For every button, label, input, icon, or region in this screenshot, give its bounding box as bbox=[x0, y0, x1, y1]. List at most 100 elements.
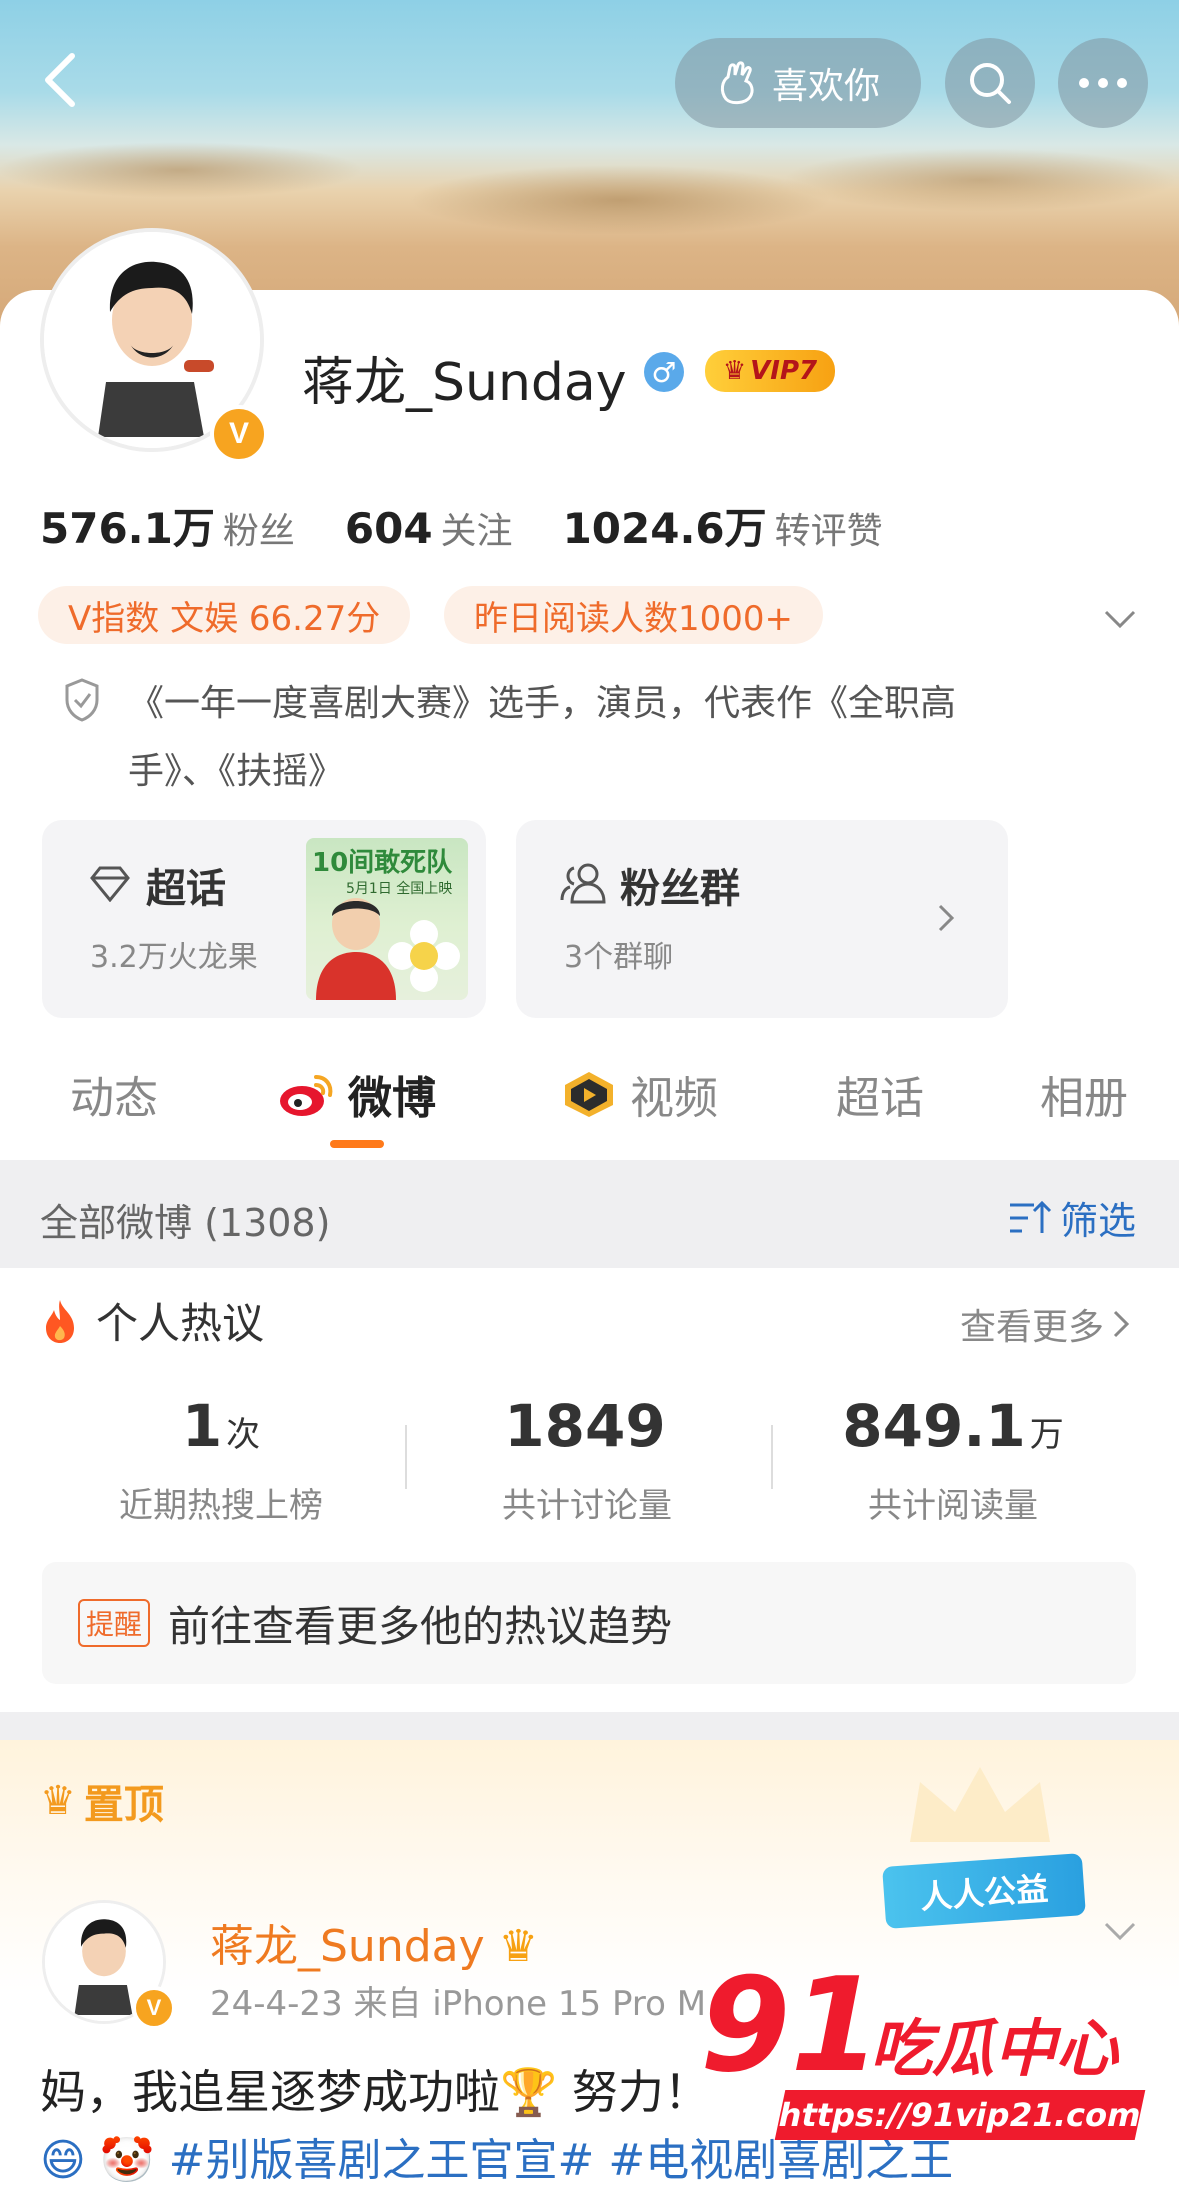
reminder-tag: 提醒 bbox=[78, 1599, 151, 1647]
filter-label: 筛选 bbox=[1060, 1199, 1137, 1243]
stat-followers-value: 576.1万 bbox=[40, 504, 215, 553]
fan-group-count: 3个群聊 bbox=[564, 940, 674, 975]
vip-label: VIP7 bbox=[750, 356, 818, 386]
fan-group-tile[interactable]: 粉丝群 3个群聊 bbox=[516, 820, 1008, 1018]
watermark-number: 91 bbox=[700, 1949, 881, 2101]
tab-super-topic-label: 超话 bbox=[836, 1073, 924, 1124]
hot-stat-trending-value: 1 bbox=[181, 1392, 223, 1460]
daily-reads-tag[interactable]: 昨日阅读人数1000+ bbox=[444, 586, 824, 644]
hot-stat-discussions-label: 共计讨论量 bbox=[502, 1486, 672, 1526]
search-icon bbox=[970, 63, 1011, 104]
stat-following-label: 关注 bbox=[440, 511, 513, 552]
filter-bar: 全部微博 (1308) 筛选 bbox=[0, 1160, 1179, 1268]
stat-following-value: 604 bbox=[344, 504, 433, 553]
crown-icon: ♛ bbox=[722, 356, 747, 386]
profile-stats: 576.1万 粉丝 604 关注 1024.6万 转评赞 bbox=[40, 495, 933, 556]
tab-activity[interactable]: 动态 bbox=[70, 1062, 158, 1126]
profile-bio: 《一年一度喜剧大赛》选手，演员，代表作《全职高 手》、《扶摇》 bbox=[128, 670, 1058, 806]
verified-v-badge: V bbox=[132, 1986, 176, 2030]
shield-check-icon bbox=[65, 678, 99, 722]
stat-interactions[interactable]: 1024.6万 转评赞 bbox=[563, 495, 883, 556]
hot-stat-trending-label: 近期热搜上榜 bbox=[119, 1486, 323, 1526]
pinned-label: ♛ 置顶 bbox=[40, 1772, 164, 1830]
stat-following[interactable]: 604 关注 bbox=[345, 502, 513, 554]
hot-stat-trending-unit: 次 bbox=[226, 1415, 261, 1455]
people-icon bbox=[560, 863, 606, 904]
poster-figure-icon bbox=[316, 898, 460, 1000]
bio-line-1: 《一年一度喜剧大赛》选手，演员，代表作《全职高 bbox=[128, 683, 957, 724]
watermark-brand: 吃瓜中心 bbox=[870, 2012, 1119, 2085]
chevron-right-icon bbox=[938, 904, 955, 932]
hot-stat-reads-value: 849.1 bbox=[842, 1392, 1026, 1460]
fan-group-title: 粉丝群 bbox=[620, 866, 740, 912]
see-more-label: 查看更多 bbox=[960, 1307, 1105, 1348]
hot-stat-discussions: 1849 共计讨论量 bbox=[422, 1392, 752, 1527]
tab-super-topic[interactable]: 超话 bbox=[836, 1062, 924, 1126]
like-you-label: 喜欢你 bbox=[771, 66, 880, 107]
all-weibo-count[interactable]: 全部微博 (1308) bbox=[40, 1192, 330, 1247]
stat-interactions-value: 1024.6万 bbox=[562, 504, 767, 553]
tab-album-label: 相册 bbox=[1040, 1073, 1128, 1124]
filter-button[interactable]: 筛选 bbox=[1008, 1190, 1136, 1245]
tab-video-label: 视频 bbox=[630, 1073, 718, 1124]
flame-icon bbox=[46, 1299, 74, 1343]
like-you-button[interactable]: 喜欢你 bbox=[675, 38, 921, 128]
v-index-tag[interactable]: V指数 文娱 66.27分 bbox=[38, 586, 411, 644]
stat-followers[interactable]: 576.1万 粉丝 bbox=[40, 495, 295, 556]
tab-album[interactable]: 相册 bbox=[1040, 1062, 1128, 1126]
weibo-logo-icon bbox=[280, 1075, 333, 1116]
tab-weibo[interactable]: 微博 bbox=[278, 1062, 436, 1126]
tab-weibo-label: 微博 bbox=[348, 1073, 436, 1124]
movie-poster-image: 10间敢死队 5月1日 全国上映 bbox=[306, 838, 468, 1000]
pinned-label-text: 置顶 bbox=[83, 1782, 164, 1828]
back-button[interactable] bbox=[30, 40, 90, 120]
bio-line-2: 手》、《扶摇》 bbox=[128, 751, 345, 792]
hot-stat-reads: 849.1 万 共计阅读量 bbox=[788, 1392, 1118, 1527]
hot-stat-discussions-value: 1849 bbox=[504, 1392, 666, 1460]
tab-activity-label: 动态 bbox=[70, 1073, 158, 1124]
profile-name: 蒋龙_Sunday bbox=[302, 353, 627, 413]
hot-stat-reads-label: 共计阅读量 bbox=[868, 1486, 1038, 1526]
gender-male-icon: ♂ bbox=[644, 352, 684, 392]
chevron-right-icon bbox=[1113, 1310, 1130, 1338]
crown-watermark-icon bbox=[910, 1767, 1050, 1842]
diamond-icon bbox=[90, 866, 130, 902]
crown-icon: ♛ bbox=[498, 1921, 539, 1972]
chevron-down-icon[interactable] bbox=[1100, 1910, 1140, 1950]
post-meta: 24-4-23 来自 iPhone 15 Pro M bbox=[210, 1984, 707, 2024]
tab-video[interactable]: 视频 bbox=[560, 1062, 718, 1126]
active-tab-indicator bbox=[330, 1140, 384, 1148]
site-watermark: 91 吃瓜中心 https://91vip21.com bbox=[700, 1960, 1150, 2150]
see-more-link[interactable]: 查看更多 bbox=[960, 1298, 1130, 1350]
super-topic-title: 超话 bbox=[146, 866, 226, 912]
trend-reminder-link[interactable]: 提醒 前往查看更多他的热议趋势 bbox=[42, 1562, 1136, 1684]
post-username-text: 蒋龙_Sunday bbox=[210, 1921, 485, 1972]
search-button[interactable] bbox=[945, 38, 1035, 128]
verified-v-badge: V bbox=[210, 405, 268, 463]
poster-title: 10间敢死队 bbox=[312, 848, 453, 878]
hot-discussion-header: 个人热议 bbox=[40, 1290, 264, 1351]
chevron-down-icon[interactable] bbox=[1100, 598, 1140, 638]
section-gap bbox=[0, 1712, 1179, 1740]
crown-icon: ♛ bbox=[40, 1778, 76, 1824]
hot-stat-reads-unit: 万 bbox=[1029, 1415, 1064, 1455]
vip-badge[interactable]: ♛ VIP7 bbox=[705, 350, 835, 392]
post-username[interactable]: 蒋龙_Sunday ♛ bbox=[210, 1910, 538, 1974]
super-topic-count: 3.2万火龙果 bbox=[90, 940, 258, 975]
watermark-url: https://91vip21.com bbox=[774, 2090, 1146, 2140]
video-play-icon bbox=[565, 1072, 613, 1117]
back-arrow-icon bbox=[45, 53, 75, 107]
stat-followers-label: 粉丝 bbox=[222, 511, 295, 552]
divider bbox=[771, 1425, 773, 1489]
more-button[interactable] bbox=[1058, 38, 1148, 128]
super-topic-tile[interactable]: 超话 3.2万火龙果 10间敢死队 5月1日 全国上映 bbox=[42, 820, 486, 1018]
divider bbox=[405, 1425, 407, 1489]
more-dots-icon bbox=[1079, 78, 1127, 88]
reminder-text: 前往查看更多他的热议趋势 bbox=[168, 1601, 673, 1651]
post-text: 妈，我追星逐梦成功啦🏆 努力！ bbox=[40, 2065, 710, 2119]
hot-discussion-title: 个人热议 bbox=[96, 1299, 265, 1348]
stat-interactions-label: 转评赞 bbox=[774, 511, 883, 552]
hand-heart-icon bbox=[720, 61, 754, 105]
filter-icon bbox=[1010, 1200, 1052, 1233]
hot-stat-trending: 1次 近期热搜上榜 bbox=[56, 1392, 386, 1527]
